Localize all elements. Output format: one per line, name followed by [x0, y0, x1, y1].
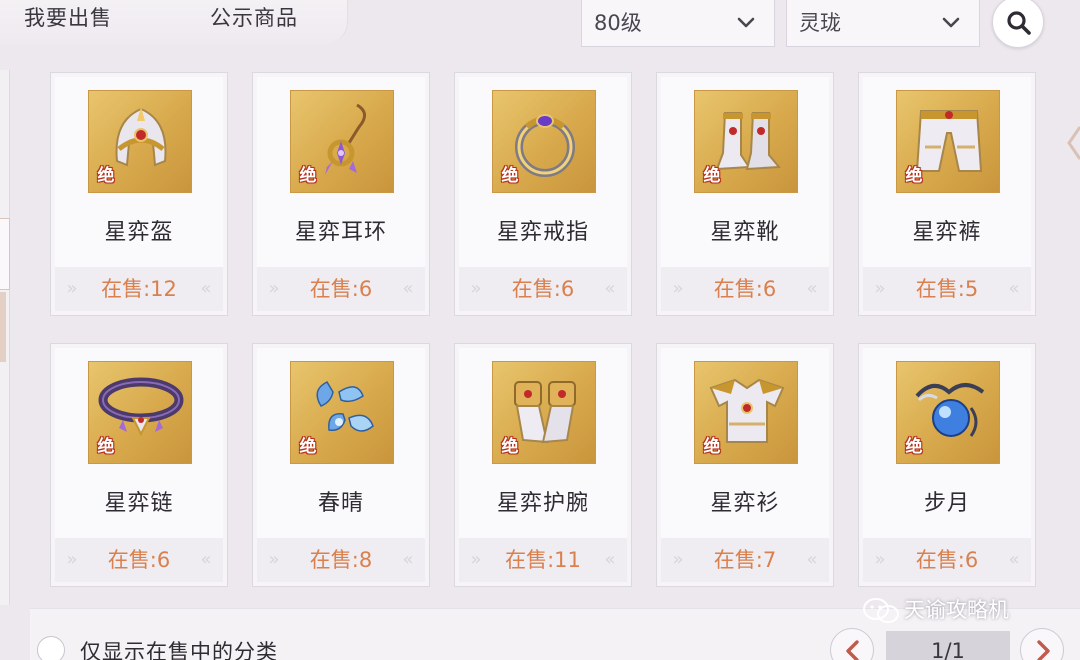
type-dropdown[interactable]: 灵珑 — [786, 0, 980, 47]
watermark-text: 天谕攻略机 — [904, 598, 1009, 622]
rarity-badge: 绝 — [905, 437, 923, 457]
item-icon-frame: 绝 — [492, 361, 596, 464]
chevron-down-icon — [942, 17, 960, 28]
item-icon-frame: 绝 — [290, 361, 394, 464]
item-on-sale-count: 在售:7 — [713, 548, 777, 572]
level-dropdown-value: 80级 — [594, 11, 642, 35]
item-on-sale-count: 在售:6 — [713, 277, 777, 301]
rarity-badge: 绝 — [501, 166, 519, 186]
item-on-sale-count: 在售:11 — [505, 548, 581, 572]
search-button[interactable] — [992, 0, 1044, 48]
tab-public-goods[interactable]: 公示商品 — [210, 2, 298, 32]
chevron-left-icon — [846, 640, 859, 660]
item-on-sale-count: 在售:6 — [915, 548, 979, 572]
item-name: 星弈戒指 — [496, 220, 589, 245]
rarity-badge: 绝 — [501, 437, 519, 457]
item-name: 星弈护腕 — [496, 491, 589, 516]
watermark: 天谕攻略机 — [862, 594, 1009, 625]
top-tab-bar: 我要出售 公示商品 — [0, 0, 348, 44]
rarity-badge: 绝 — [97, 166, 115, 186]
chevron-down-icon — [737, 17, 755, 28]
rarity-badge: 绝 — [299, 437, 317, 457]
item-card-boots[interactable]: » « 绝 星弈靴 在售:6 — [656, 72, 834, 316]
item-card-pants[interactable]: » « 绝 星弈裤 在售:5 — [858, 72, 1036, 316]
item-card-ring[interactable]: » « 绝 星弈戒指 在售:6 — [454, 72, 632, 316]
item-icon-frame: 绝 — [492, 90, 596, 193]
item-icon-frame: 绝 — [694, 361, 798, 464]
type-dropdown-value: 灵珑 — [799, 11, 841, 35]
chevron-right-icon — [1037, 640, 1050, 660]
rarity-badge: 绝 — [703, 166, 721, 186]
item-on-sale-count: 在售:6 — [309, 277, 373, 301]
level-dropdown[interactable]: 80级 — [581, 0, 775, 47]
item-card-helmet[interactable]: » « 绝 星弈盔 在售:12 — [50, 72, 228, 316]
item-on-sale-count: 在售:6 — [107, 548, 171, 572]
on-sale-only-label: 仅显示在售中的分类 — [80, 640, 278, 660]
item-name: 星弈裤 — [912, 220, 982, 245]
page-indicator: 1/1 — [886, 631, 1010, 660]
item-icon-frame: 绝 — [88, 361, 192, 464]
item-on-sale-count: 在售:12 — [101, 277, 177, 301]
left-category-strip — [0, 70, 10, 605]
item-card-bracer[interactable]: » « 绝 星弈护腕 在售:11 — [454, 343, 632, 587]
item-card-armor[interactable]: » « 绝 星弈衫 在售:7 — [656, 343, 834, 587]
item-on-sale-count: 在售:5 — [915, 277, 979, 301]
item-card-orb[interactable]: » « 绝 步月 在售:6 — [858, 343, 1036, 587]
item-icon-frame: 绝 — [88, 90, 192, 193]
right-edge-ornament-icon — [1067, 126, 1080, 160]
item-on-sale-count: 在售:6 — [511, 277, 575, 301]
item-name: 星弈衫 — [710, 491, 780, 516]
item-card-necklace[interactable]: » « 绝 星弈链 在售:6 — [50, 343, 228, 587]
item-icon-frame: 绝 — [896, 90, 1000, 193]
item-name: 步月 — [923, 491, 970, 516]
item-grid: » « 绝 星弈盔 在售:12 » « 绝 星弈耳环 在售:6 » « 绝 星弈… — [50, 72, 1040, 587]
rarity-badge: 绝 — [299, 166, 317, 186]
item-icon-frame: 绝 — [290, 90, 394, 193]
rarity-badge: 绝 — [97, 437, 115, 457]
item-icon-frame: 绝 — [896, 361, 1000, 464]
left-strip-accent — [0, 292, 6, 362]
item-name: 星弈盔 — [104, 220, 174, 245]
left-strip-tab[interactable] — [0, 218, 10, 290]
item-name: 星弈耳环 — [294, 220, 387, 245]
item-name: 星弈靴 — [710, 220, 780, 245]
wechat-icon — [863, 598, 899, 623]
item-card-earring[interactable]: » « 绝 星弈耳环 在售:6 — [252, 72, 430, 316]
search-icon — [1007, 11, 1031, 35]
on-sale-only-radio[interactable] — [37, 636, 65, 660]
tab-sell[interactable]: 我要出售 — [24, 2, 112, 32]
item-icon-frame: 绝 — [694, 90, 798, 193]
item-name: 星弈链 — [104, 491, 174, 516]
item-on-sale-count: 在售:8 — [309, 548, 373, 572]
rarity-badge: 绝 — [703, 437, 721, 457]
item-card-butterfly[interactable]: » « 绝 春晴 在售:8 — [252, 343, 430, 587]
item-name: 春晴 — [317, 491, 364, 516]
rarity-badge: 绝 — [905, 166, 923, 186]
